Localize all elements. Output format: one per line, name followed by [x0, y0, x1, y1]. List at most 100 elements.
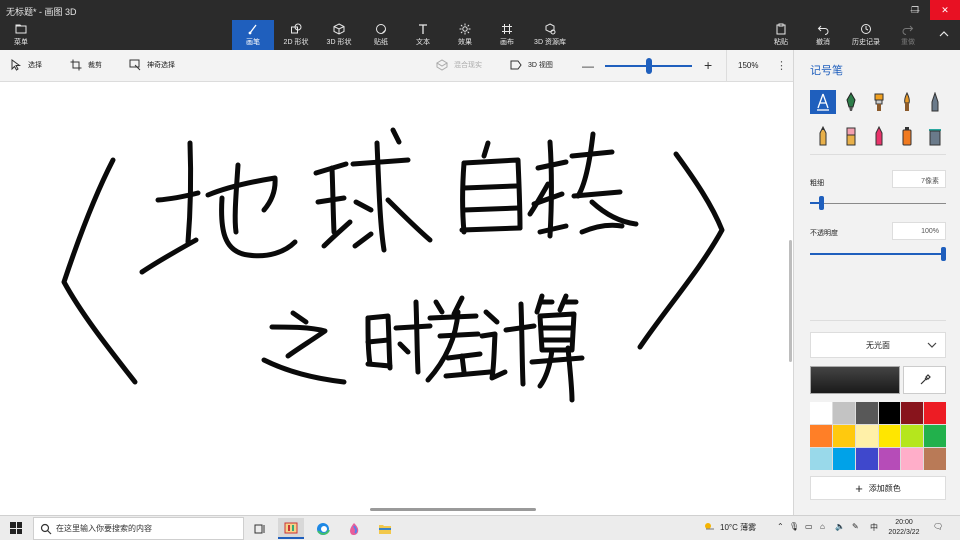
- collapse-ribbon-button[interactable]: [934, 20, 954, 50]
- tab-text[interactable]: 文本: [403, 20, 443, 50]
- close-button[interactable]: ✕: [930, 0, 960, 20]
- horizontal-scrollbar[interactable]: [370, 508, 536, 511]
- crop-button[interactable]: 裁剪: [70, 59, 102, 71]
- chevron-up-icon[interactable]: ⌃: [777, 522, 784, 531]
- thickness-slider-thumb[interactable]: [819, 196, 824, 210]
- canvas-toolbar: 选择 裁剪 神奇选择 混合现实 3D 视图 — + 150% ⋮: [0, 50, 793, 82]
- color-swatch[interactable]: [810, 425, 832, 447]
- tab-label: 3D 资源库: [534, 39, 566, 46]
- taskbar-app-edge[interactable]: [310, 518, 336, 539]
- color-swatch[interactable]: [901, 402, 924, 424]
- current-color-swatch[interactable]: [810, 366, 900, 394]
- redo-button[interactable]: 重做: [895, 20, 921, 50]
- zoom-slider-thumb[interactable]: [646, 58, 652, 74]
- zoom-out-button[interactable]: —: [582, 59, 594, 73]
- redo-label: 重做: [901, 39, 915, 46]
- finish-dropdown[interactable]: 无光面: [810, 332, 946, 358]
- undo-button[interactable]: 撤消: [810, 20, 836, 50]
- zoom-in-button[interactable]: +: [704, 57, 712, 73]
- menu-button[interactable]: 菜单: [6, 20, 36, 50]
- crop-label: 裁剪: [88, 62, 102, 69]
- notification-icon[interactable]: 🗨: [933, 522, 943, 531]
- clock[interactable]: 20:00 2022/3/22: [884, 518, 924, 538]
- crayon-tool[interactable]: [866, 124, 892, 148]
- panel-divider: [810, 320, 946, 321]
- color-swatch[interactable]: [810, 402, 832, 424]
- color-swatch[interactable]: [924, 448, 946, 470]
- drawing-canvas[interactable]: [0, 82, 793, 515]
- task-view-button[interactable]: [247, 518, 273, 539]
- tab-brushes[interactable]: 画笔: [232, 20, 274, 50]
- add-color-button[interactable]: + 添加颜色: [810, 476, 946, 500]
- zoom-value[interactable]: 150%: [738, 61, 758, 70]
- restore-button[interactable]: ❐: [900, 0, 930, 20]
- taskbar-app-paint3d[interactable]: [278, 518, 304, 539]
- color-swatch[interactable]: [878, 402, 901, 424]
- battery-icon[interactable]: ▭: [805, 522, 813, 531]
- taskbar-app-paint3d-alt[interactable]: [341, 518, 367, 539]
- opacity-slider-thumb[interactable]: [941, 247, 946, 261]
- network-icon[interactable]: ⌂: [820, 522, 825, 531]
- color-swatch[interactable]: [832, 448, 855, 470]
- mixed-reality-button[interactable]: 混合现实: [436, 59, 482, 71]
- opacity-input[interactable]: 100%: [892, 222, 946, 240]
- volume-icon[interactable]: 🔈: [835, 522, 845, 531]
- pen-icon[interactable]: ✎: [852, 522, 859, 531]
- tab-label: 画布: [500, 39, 514, 46]
- history-button[interactable]: 历史记录: [848, 20, 884, 50]
- paste-icon: [776, 23, 786, 35]
- tab-2d-shapes[interactable]: 2D 形状: [275, 20, 317, 50]
- spray-can-tool[interactable]: [894, 124, 920, 148]
- eyedropper-icon: [920, 374, 931, 385]
- color-swatch[interactable]: [855, 425, 878, 447]
- shapes-2d-icon: [291, 23, 302, 34]
- thickness-slider-track[interactable]: [810, 203, 946, 204]
- marker-tool[interactable]: [810, 90, 836, 114]
- tab-3d-shapes[interactable]: 3D 形状: [318, 20, 360, 50]
- color-swatch[interactable]: [878, 448, 901, 470]
- select-button[interactable]: 选择: [10, 59, 42, 71]
- magic-select-button[interactable]: 神奇选择: [129, 59, 175, 71]
- color-swatch[interactable]: [810, 448, 832, 470]
- tab-3d-library[interactable]: 3D 资源库: [529, 20, 571, 50]
- color-swatch[interactable]: [855, 402, 878, 424]
- color-swatch[interactable]: [924, 425, 946, 447]
- fill-bucket-tool[interactable]: [922, 124, 948, 148]
- view-3d-button[interactable]: 3D 视图: [510, 59, 553, 71]
- color-swatch[interactable]: [901, 425, 924, 447]
- paint3d-app-icon: [284, 522, 298, 533]
- calligraphy-pen-tool[interactable]: [838, 90, 864, 114]
- microphone-icon[interactable]: 🎙: [789, 522, 799, 531]
- eyedropper-button[interactable]: [903, 366, 946, 394]
- more-options-icon[interactable]: ⋮: [776, 59, 788, 72]
- effects-icon: [459, 23, 471, 35]
- color-swatch[interactable]: [832, 425, 855, 447]
- tab-canvas[interactable]: 画布: [487, 20, 527, 50]
- pencil-tool[interactable]: [810, 124, 836, 148]
- search-icon: [40, 523, 52, 535]
- windows-logo-icon: [10, 522, 16, 528]
- oil-brush-tool[interactable]: [866, 90, 892, 114]
- color-swatch[interactable]: [832, 402, 855, 424]
- taskbar-search[interactable]: 在这里输入你要搜索的内容: [33, 517, 244, 540]
- vertical-scrollbar[interactable]: [789, 240, 792, 362]
- marker-icon: [817, 93, 829, 111]
- color-swatch[interactable]: [878, 425, 901, 447]
- paste-button[interactable]: 粘贴: [768, 20, 794, 50]
- color-swatch[interactable]: [855, 448, 878, 470]
- color-swatch[interactable]: [924, 402, 946, 424]
- weather-icon[interactable]: [703, 520, 715, 534]
- pixel-pen-tool[interactable]: [922, 90, 948, 114]
- watercolor-tool[interactable]: [894, 90, 920, 114]
- taskbar-app-explorer[interactable]: [372, 518, 398, 539]
- tab-stickers[interactable]: 贴纸: [361, 20, 401, 50]
- color-swatch[interactable]: [901, 448, 924, 470]
- tab-label: 效果: [458, 39, 472, 46]
- tab-effects[interactable]: 效果: [445, 20, 485, 50]
- spray-can-icon: [902, 127, 912, 146]
- thickness-input[interactable]: 7像素: [892, 170, 946, 188]
- start-button[interactable]: [10, 522, 22, 534]
- ime-indicator[interactable]: 中: [870, 522, 878, 533]
- weather-text[interactable]: 10°C 薄雾: [720, 522, 756, 533]
- eraser-tool[interactable]: [838, 124, 864, 148]
